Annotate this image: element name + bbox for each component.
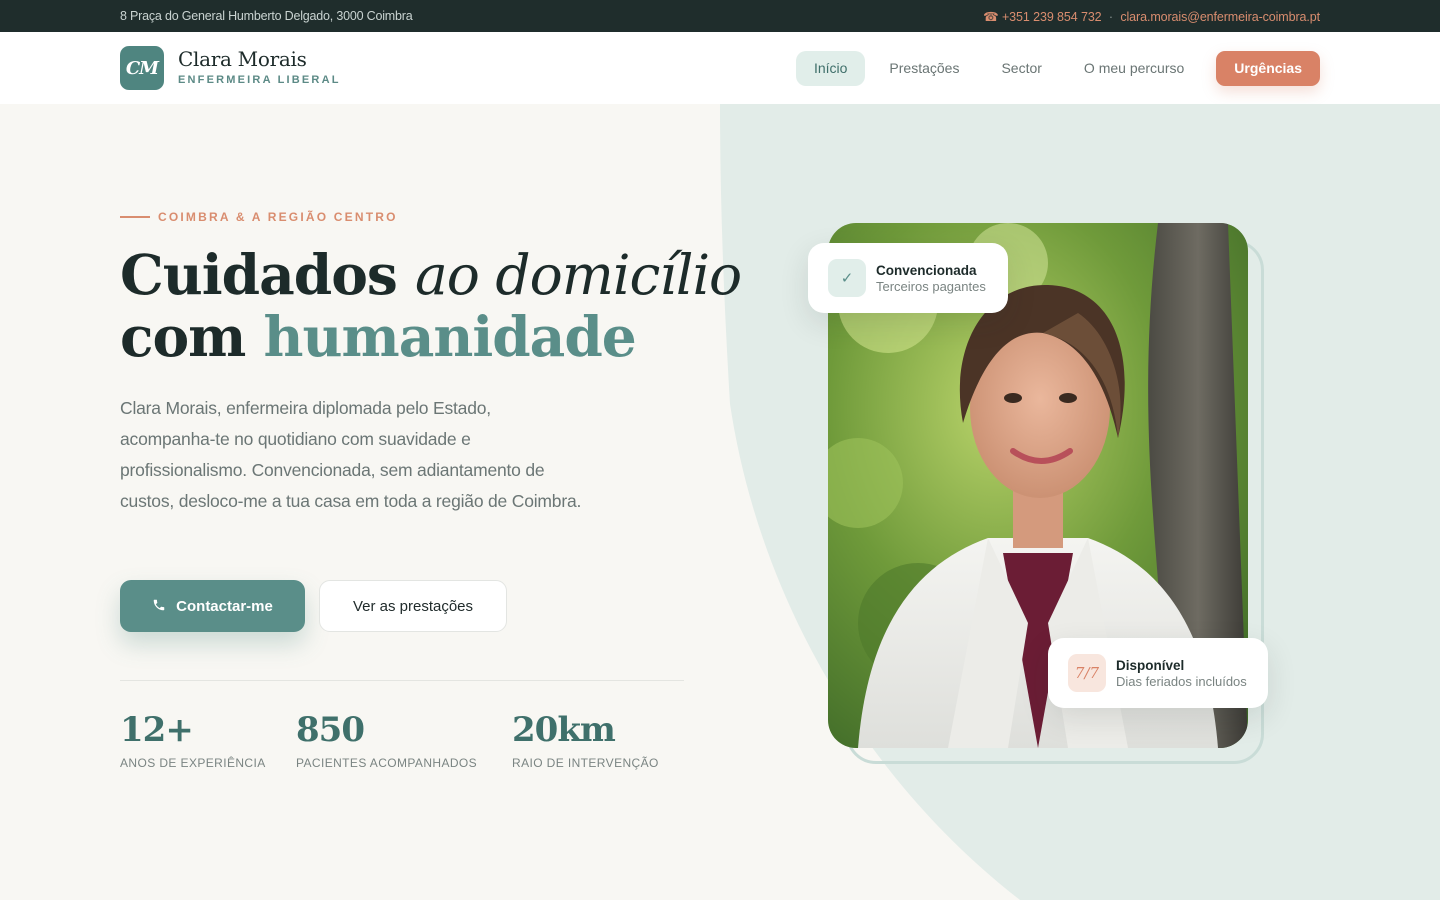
stat-value: 850 (296, 710, 365, 750)
contact-button-label: Contactar-me (176, 597, 273, 615)
badge-title: Disponível (1116, 657, 1185, 673)
headline-part-2: ao domicílio (415, 243, 742, 307)
stat-radius: 20km RAIO DE INTERVENÇÃO (512, 710, 659, 770)
calendar-icon: 7/7 (1068, 654, 1106, 692)
stat-value: 20km (512, 710, 616, 750)
brand-subtitle: ENFERMEIRA LIBERAL (178, 74, 341, 86)
badge-subtitle: Terceiros pagantes (876, 278, 986, 294)
email-link[interactable]: clara.morais@enfermeira-coimbra.pt (1120, 10, 1320, 24)
stat-experience: 12+ ANOS DE EXPERIÊNCIA (120, 710, 266, 770)
badge-title: Convencionada (876, 262, 977, 278)
brand-name[interactable]: Clara Morais (178, 47, 307, 71)
headline-part-3: com (120, 304, 264, 369)
eyebrow-text: COIMBRA & A REGIÃO CENTRO (158, 210, 398, 224)
separator: · (1108, 10, 1113, 24)
nav-item-inicio[interactable]: Início (795, 51, 866, 86)
badge-text: Disponível Dias feriados incluídos (1116, 658, 1247, 689)
badge-convencionada: ✓ Convencionada Terceiros pagantes (808, 243, 1008, 313)
stat-label: ANOS DE EXPERIÊNCIA (120, 756, 266, 770)
badge-text: Convencionada Terceiros pagantes (876, 263, 986, 294)
stat-label: PACIENTES ACOMPANHADOS (296, 756, 478, 770)
nav-item-prestacoes[interactable]: Prestações (871, 51, 977, 86)
badge-subtitle: Dias feriados incluídos (1116, 673, 1247, 689)
headline-part-4: humanidade (263, 304, 637, 369)
contact-info: ☎ +351 239 854 732 · clara.morais@enferm… (983, 9, 1320, 24)
nav-item-percurso[interactable]: O meu percurso (1066, 51, 1202, 86)
urgencias-button[interactable]: Urgências (1216, 51, 1320, 86)
phone-icon (152, 598, 166, 615)
phone-link[interactable]: ☎ +351 239 854 732 (983, 10, 1101, 24)
hero-description: Clara Morais, enfermeira diplomada pelo … (120, 398, 582, 511)
top-info-bar: 8 Praça do General Humberto Delgado, 300… (0, 0, 1440, 32)
stat-value: 12+ (120, 710, 194, 750)
hero-headline: Cuidados ao domicílio com humanidade (120, 242, 742, 369)
address-text: 8 Praça do General Humberto Delgado, 300… (120, 9, 413, 23)
hero-eyebrow: COIMBRA & A REGIÃO CENTRO (120, 210, 398, 224)
main-nav: Início Prestações Sector O meu percurso … (790, 51, 1320, 86)
badge-disponivel: 7/7 Disponível Dias feriados incluídos (1048, 638, 1268, 708)
stat-label: RAIO DE INTERVENÇÃO (512, 756, 659, 770)
contact-button[interactable]: Contactar-me (120, 580, 305, 632)
eyebrow-line (120, 216, 150, 218)
check-icon: ✓ (828, 259, 866, 297)
stat-patients: 850 PACIENTES ACOMPANHADOS (296, 710, 477, 770)
logo[interactable]: CM (120, 46, 164, 90)
services-button[interactable]: Ver as prestações (319, 580, 507, 632)
nav-item-sector[interactable]: Sector (983, 51, 1059, 86)
stats-divider (120, 680, 684, 681)
site-header: CM Clara Morais ENFERMEIRA LIBERAL Iníci… (0, 32, 1440, 104)
headline-part-1: Cuidados (120, 242, 416, 307)
